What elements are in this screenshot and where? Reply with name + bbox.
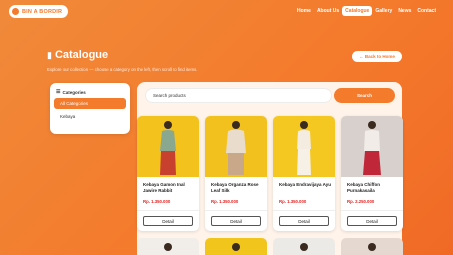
- product-card[interactable]: Kebaya Chiffon Purnakasaila Rp. 2.250.00…: [341, 116, 403, 231]
- sidebar-item-all-categories[interactable]: All Categories: [54, 98, 126, 109]
- nav-catalogue[interactable]: Catalogue: [342, 6, 373, 16]
- product-card[interactable]: Kebaya Endravijaya Ayu Rp. 1.350.000 Det…: [273, 116, 335, 231]
- detail-button[interactable]: Detail: [347, 216, 397, 226]
- product-name: Kebaya Endravijaya Ayu: [279, 182, 331, 187]
- brand-name: BIN A BORDIR: [22, 8, 63, 15]
- product-card-partial[interactable]: [137, 238, 199, 255]
- page-title-row: ▮ Catalogue: [47, 49, 108, 61]
- product-name: Kebaya Organza Rose Leaf Silk: [211, 182, 259, 193]
- detail-button[interactable]: Detail: [279, 216, 329, 226]
- nav-about-us[interactable]: About Us: [314, 6, 342, 16]
- card-divider: [137, 210, 199, 211]
- catalogue-icon: ▮: [47, 49, 52, 60]
- nav-contact[interactable]: Contact: [414, 6, 439, 16]
- product-name: Kebaya Chiffon Purnakasaila: [347, 182, 381, 193]
- product-image: [205, 116, 267, 177]
- card-divider: [273, 210, 335, 211]
- product-price: Rp. 1.350.000: [211, 199, 239, 204]
- product-name: Kebaya Gamon Inal Jawire Rabbit: [143, 182, 185, 193]
- card-divider: [341, 210, 403, 211]
- nav-gallery[interactable]: Gallery: [372, 6, 395, 16]
- sidebar-item-kebaya[interactable]: Kebaya: [54, 111, 126, 122]
- product-price: Rp. 1.350.000: [279, 199, 307, 204]
- product-image: [341, 116, 403, 177]
- search-button[interactable]: Search: [334, 88, 395, 103]
- product-price: Rp. 2.250.000: [347, 199, 375, 204]
- list-icon: ☰: [56, 89, 61, 95]
- back-to-home-button[interactable]: ← Back to Home: [352, 51, 402, 62]
- product-card[interactable]: Kebaya Organza Rose Leaf Silk Rp. 1.350.…: [205, 116, 267, 231]
- product-image: [273, 116, 335, 177]
- detail-button[interactable]: Detail: [143, 216, 193, 226]
- product-card-partial[interactable]: [205, 238, 267, 255]
- card-divider: [205, 210, 267, 211]
- search-input[interactable]: Search products: [145, 88, 332, 103]
- product-card[interactable]: Kebaya Gamon Inal Jawire Rabbit Rp. 1.35…: [137, 116, 199, 231]
- sidebar-heading: ☰ Categories: [54, 88, 126, 96]
- product-price: Rp. 1.350.000: [143, 199, 171, 204]
- catalogue-panel: Search products Search Kebaya Gamon Inal…: [137, 82, 403, 255]
- sidebar-heading-label: Categories: [62, 89, 86, 95]
- category-sidebar: ☰ Categories All Categories Kebaya: [50, 83, 130, 134]
- top-navbar: BIN A BORDIR Home About Us Catalogue Gal…: [0, 0, 453, 24]
- brand-logo[interactable]: BIN A BORDIR: [9, 5, 69, 18]
- product-card-partial[interactable]: [273, 238, 335, 255]
- page-subtitle: Explore our collection — choose a catego…: [47, 67, 198, 72]
- nav-news[interactable]: News: [395, 6, 414, 16]
- main-nav: Home About Us Catalogue Gallery News Con…: [294, 6, 439, 16]
- product-image: [137, 116, 199, 177]
- page-title: Catalogue: [54, 49, 109, 61]
- product-card-partial[interactable]: [341, 238, 403, 255]
- circle-logo-icon: [12, 8, 19, 15]
- detail-button[interactable]: Detail: [211, 216, 261, 226]
- nav-home[interactable]: Home: [294, 6, 314, 16]
